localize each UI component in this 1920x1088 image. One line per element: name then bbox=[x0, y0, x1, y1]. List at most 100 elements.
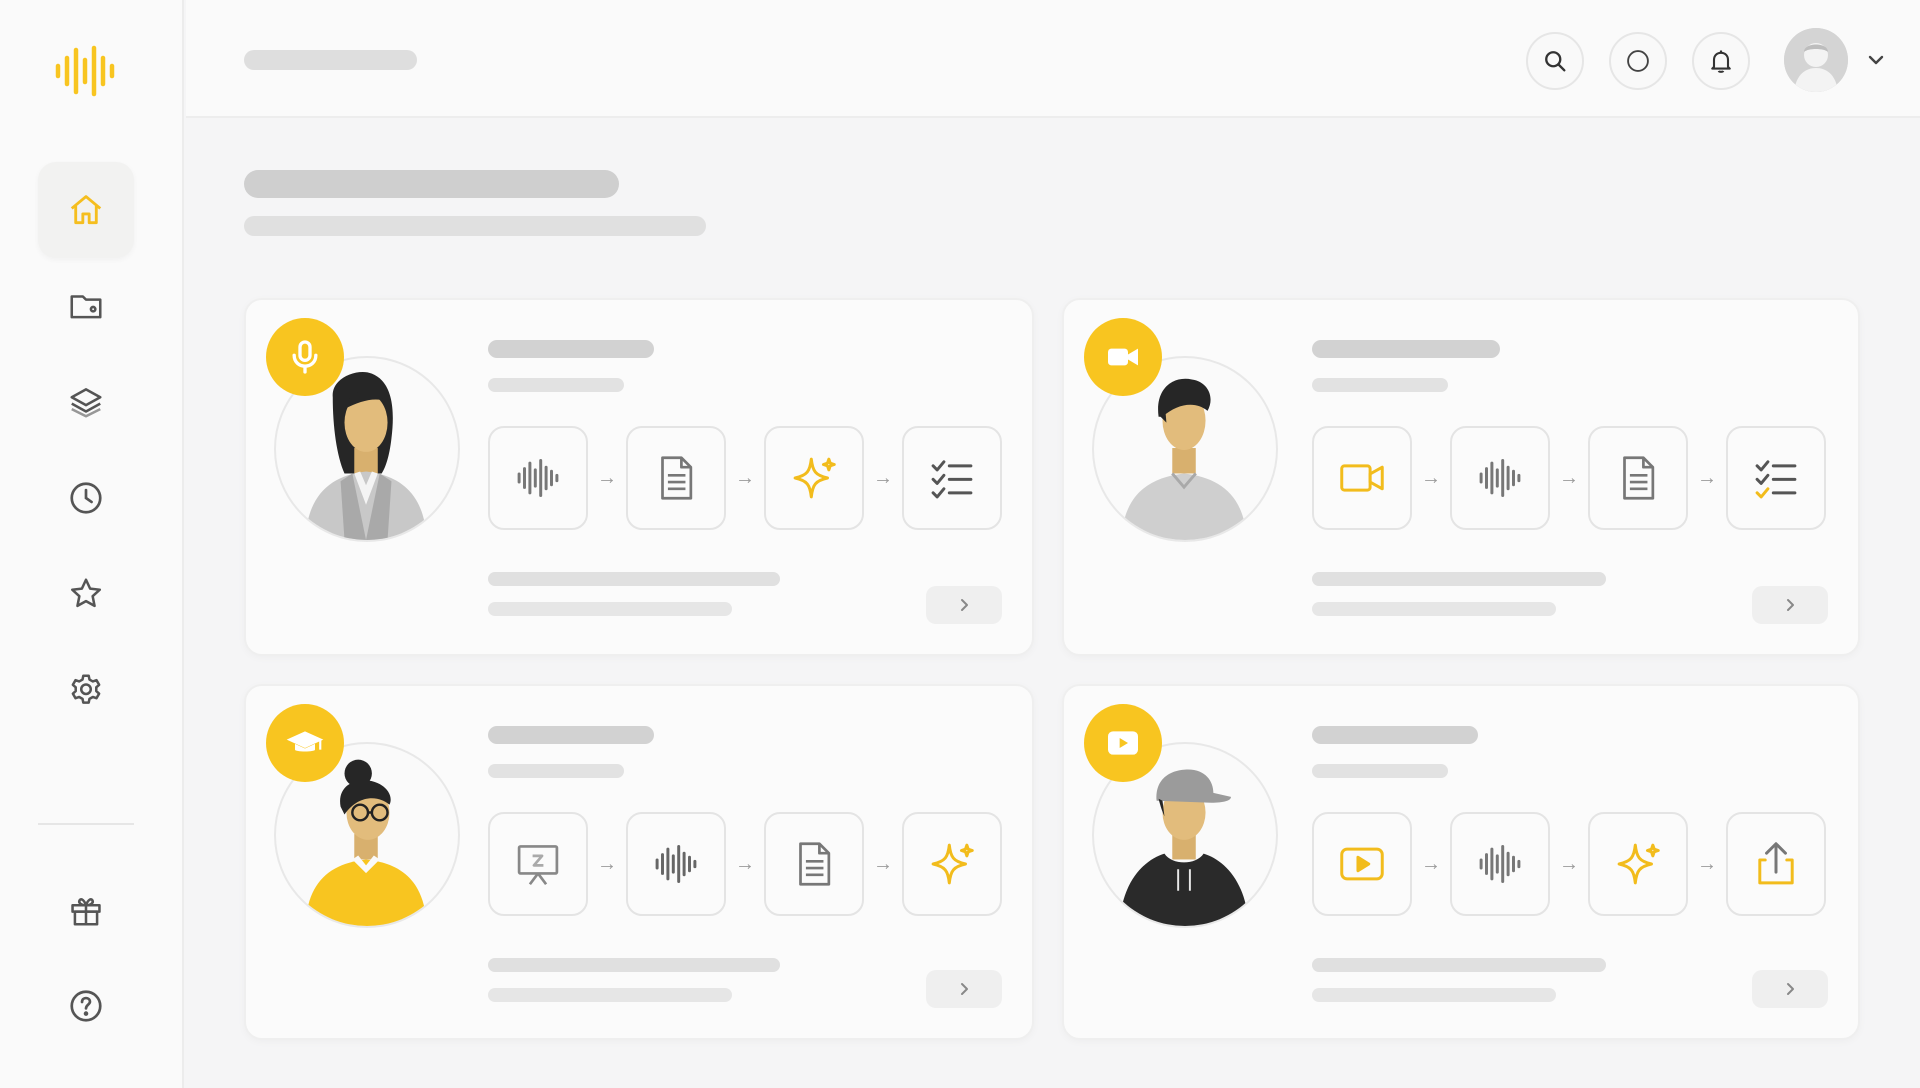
waveform-logo-icon[interactable] bbox=[54, 44, 118, 98]
avatar[interactable] bbox=[1784, 28, 1848, 92]
workflow-card-creator[interactable]: → → → bbox=[1062, 684, 1860, 1040]
step-waveform bbox=[488, 426, 588, 530]
card-subtitle-placeholder bbox=[488, 378, 624, 392]
step-waveform bbox=[1450, 812, 1550, 916]
sparkle-icon bbox=[1617, 843, 1660, 885]
arrow-right-icon: → bbox=[735, 852, 755, 875]
card-meta-placeholder bbox=[1312, 958, 1606, 972]
sidebar-item-gift[interactable] bbox=[38, 862, 134, 958]
open-card-button[interactable] bbox=[1752, 586, 1828, 624]
step-ai-summary bbox=[902, 812, 1002, 916]
microphone-icon bbox=[292, 340, 318, 374]
chevron-down-icon[interactable] bbox=[1864, 48, 1888, 72]
step-waveform bbox=[1450, 426, 1550, 530]
step-video bbox=[1312, 426, 1412, 530]
sidebar-item-layers[interactable] bbox=[38, 354, 134, 450]
layers-icon bbox=[70, 388, 102, 418]
chevron-right-icon bbox=[1787, 983, 1794, 995]
arrow-right-icon: → bbox=[1559, 466, 1579, 489]
help-icon bbox=[70, 990, 102, 1022]
page-subtitle-placeholder bbox=[244, 216, 706, 236]
step-document bbox=[764, 812, 864, 916]
sidebar-item-help[interactable] bbox=[38, 958, 134, 1054]
microphone-badge bbox=[266, 318, 344, 396]
gear-icon bbox=[71, 674, 101, 704]
gift-icon bbox=[71, 898, 101, 926]
card-title-placeholder bbox=[488, 726, 654, 744]
card-subtitle-placeholder bbox=[488, 764, 624, 778]
step-document bbox=[626, 426, 726, 530]
arrow-right-icon: → bbox=[1559, 852, 1579, 875]
video-camera-icon bbox=[1340, 464, 1384, 492]
step-checklist bbox=[1726, 426, 1826, 530]
arrow-right-icon: → bbox=[1697, 852, 1717, 875]
workflow-steps: → → → bbox=[1312, 812, 1826, 916]
card-title-placeholder bbox=[1312, 340, 1500, 358]
waveform-icon bbox=[517, 458, 559, 498]
step-checklist bbox=[902, 426, 1002, 530]
waveform-icon bbox=[655, 844, 697, 884]
checklist-icon bbox=[931, 460, 973, 499]
open-card-button[interactable] bbox=[926, 970, 1002, 1008]
play-badge bbox=[1084, 704, 1162, 782]
chevron-right-icon bbox=[1787, 599, 1794, 611]
clock-icon bbox=[70, 482, 102, 514]
step-video-play bbox=[1312, 812, 1412, 916]
arrow-right-icon: → bbox=[1421, 466, 1441, 489]
sidebar bbox=[0, 0, 184, 1088]
arrow-right-icon: → bbox=[873, 852, 893, 875]
card-title-placeholder bbox=[488, 340, 654, 358]
workflow-card-lecture[interactable]: → → → bbox=[244, 684, 1034, 1040]
upload-icon bbox=[1758, 842, 1794, 885]
header-title-placeholder bbox=[244, 50, 417, 70]
bell-icon bbox=[1711, 50, 1731, 73]
home-icon bbox=[70, 195, 102, 225]
workflow-steps: → → → bbox=[488, 426, 1002, 530]
search-icon bbox=[1545, 51, 1566, 72]
card-subtitle-placeholder bbox=[1312, 378, 1448, 392]
card-meta-placeholder bbox=[488, 602, 732, 616]
step-export bbox=[1726, 812, 1826, 916]
step-waveform bbox=[626, 812, 726, 916]
education-badge bbox=[266, 704, 344, 782]
arrow-right-icon: → bbox=[735, 466, 755, 489]
arrow-right-icon: → bbox=[873, 466, 893, 489]
sidebar-item-history[interactable] bbox=[38, 450, 134, 546]
video-camera-icon bbox=[1108, 348, 1138, 366]
workflow-steps: → → → bbox=[1312, 426, 1826, 530]
card-title-placeholder bbox=[1312, 726, 1478, 744]
step-ai-summary bbox=[1588, 812, 1688, 916]
arrow-right-icon: → bbox=[597, 852, 617, 875]
card-meta-placeholder bbox=[1312, 602, 1556, 616]
status-button[interactable] bbox=[1609, 32, 1667, 90]
workflow-card-video[interactable]: → → → bbox=[1062, 298, 1860, 656]
chevron-right-icon bbox=[961, 983, 968, 995]
sidebar-item-folder[interactable] bbox=[38, 258, 134, 354]
card-meta-placeholder bbox=[1312, 988, 1556, 1002]
document-icon bbox=[799, 842, 831, 886]
sidebar-item-home[interactable] bbox=[38, 162, 134, 258]
page-title-placeholder bbox=[244, 170, 619, 198]
star-icon bbox=[70, 578, 102, 608]
step-document bbox=[1588, 426, 1688, 530]
open-card-button[interactable] bbox=[926, 586, 1002, 624]
sparkle-icon bbox=[793, 457, 836, 499]
sidebar-item-settings[interactable] bbox=[38, 642, 134, 738]
video-badge bbox=[1084, 318, 1162, 396]
arrow-right-icon: → bbox=[597, 466, 617, 489]
search-button[interactable] bbox=[1526, 32, 1584, 90]
graduation-cap-icon bbox=[286, 731, 324, 752]
top-header bbox=[186, 0, 1920, 118]
open-card-button[interactable] bbox=[1752, 970, 1828, 1008]
sidebar-divider bbox=[38, 823, 134, 825]
document-icon bbox=[1623, 456, 1655, 500]
notifications-button[interactable] bbox=[1692, 32, 1750, 90]
waveform-icon bbox=[1479, 844, 1521, 884]
workflow-steps: → → → bbox=[488, 812, 1002, 916]
card-meta-placeholder bbox=[488, 988, 732, 1002]
card-meta-placeholder bbox=[1312, 572, 1606, 586]
presentation-icon bbox=[517, 845, 559, 886]
checklist-icon bbox=[1755, 460, 1797, 499]
workflow-card-audio[interactable]: → → → bbox=[244, 298, 1034, 656]
sidebar-item-favorites[interactable] bbox=[38, 546, 134, 642]
